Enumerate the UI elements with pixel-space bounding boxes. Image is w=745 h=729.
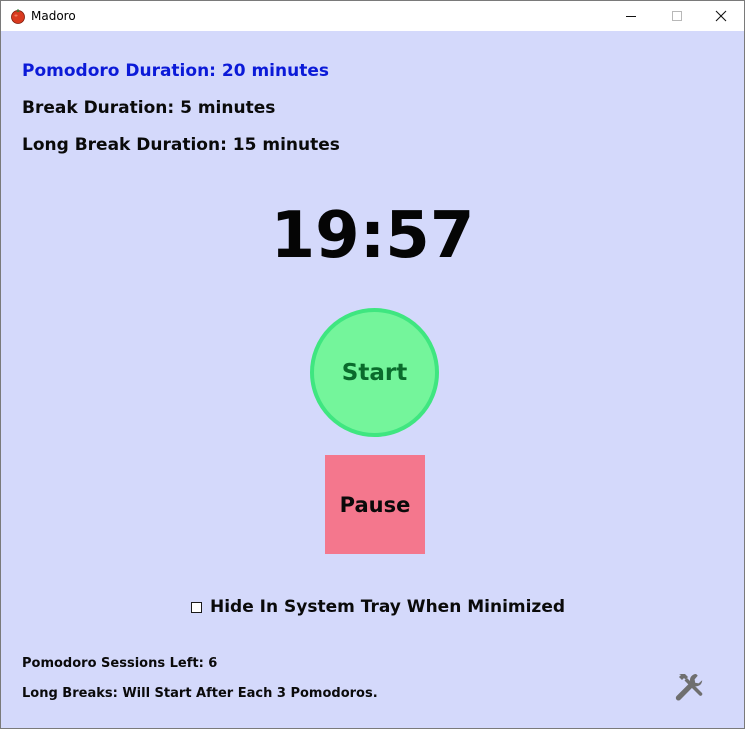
long-break-duration-label[interactable]: Long Break Duration: 15 minutes bbox=[22, 135, 340, 155]
pause-button-label: Pause bbox=[339, 492, 411, 517]
tomato-icon bbox=[11, 9, 25, 24]
hide-in-tray-label[interactable]: Hide In System Tray When Minimized bbox=[210, 597, 565, 617]
timer-display: 19:57 bbox=[270, 199, 475, 273]
title-bar[interactable]: Madoro bbox=[1, 1, 744, 31]
maximize-button[interactable] bbox=[654, 1, 700, 31]
start-button-label: Start bbox=[341, 359, 408, 386]
settings-button[interactable] bbox=[670, 670, 708, 704]
hide-in-tray-checkbox[interactable] bbox=[191, 601, 202, 613]
pomodoro-duration-label[interactable]: Pomodoro Duration: 20 minutes bbox=[22, 61, 329, 81]
hide-in-tray-option[interactable]: Hide In System Tray When Minimized bbox=[191, 596, 565, 618]
start-button[interactable]: Start bbox=[310, 308, 439, 437]
window-title: Madoro bbox=[31, 9, 76, 23]
tools-icon bbox=[675, 674, 703, 701]
close-icon bbox=[715, 10, 727, 22]
main-panel: Pomodoro Duration: 20 minutes Break Dura… bbox=[1, 31, 744, 728]
pause-button[interactable]: Pause bbox=[325, 455, 425, 554]
close-button[interactable] bbox=[698, 1, 744, 31]
maximize-icon bbox=[672, 11, 682, 21]
sessions-left-label: Pomodoro Sessions Left: 6 bbox=[22, 656, 218, 671]
app-window: Madoro Pomodoro Duration: 20 minutes Bre… bbox=[0, 0, 745, 729]
minimize-button[interactable] bbox=[608, 1, 654, 31]
minimize-icon bbox=[626, 16, 636, 17]
long-breaks-info-label: Long Breaks: Will Start After Each 3 Pom… bbox=[22, 686, 378, 701]
break-duration-label[interactable]: Break Duration: 5 minutes bbox=[22, 98, 275, 118]
